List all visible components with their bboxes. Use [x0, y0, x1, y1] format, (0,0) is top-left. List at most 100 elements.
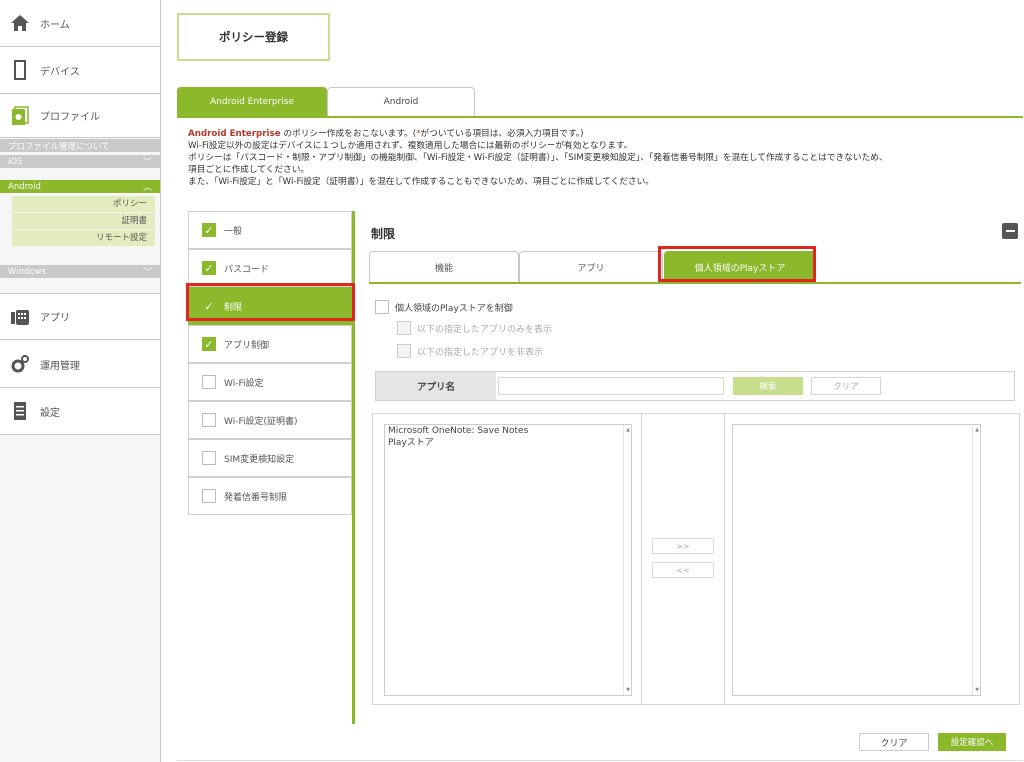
intro-text: Android Enterprise のポリシー作成をおこないます。(*がついて… [188, 128, 1018, 188]
item-sim-change[interactable]: SIM変更検知設定 [188, 439, 352, 477]
item-label: Wi-Fi設定(証明書) [224, 416, 298, 427]
scroll-down-icon[interactable]: ▼ [973, 687, 981, 693]
chevron-down-icon: ﹀ [142, 268, 152, 278]
move-right-button[interactable]: >> [652, 538, 714, 554]
sidebar-item-device[interactable]: デバイス [0, 47, 160, 94]
selected-app-list[interactable]: ▲ ▼ [732, 424, 981, 696]
clear-button[interactable]: クリア [859, 733, 929, 751]
intro-line-4: 項目ごとに作成してください。 [188, 165, 310, 175]
list-item[interactable]: Microsoft OneNote: Save Notes [385, 425, 631, 437]
tab-underline [177, 116, 1023, 118]
item-call-restriction[interactable]: 発着信番号制限 [188, 477, 352, 515]
subtab-app[interactable]: アプリ [519, 251, 663, 283]
intro-line-1b: がついている項目は、必須入力項目です。) [420, 129, 584, 139]
sidebar-subitem-label: プロファイル管理について [8, 141, 110, 152]
item-label: Wi-Fi設定 [224, 378, 264, 389]
page-title: ポリシー登録 [177, 13, 330, 61]
app-transfer: Microsoft OneNote: Save Notes Playストア ▲ … [372, 413, 1020, 705]
checkbox-unchecked[interactable] [202, 375, 216, 389]
minus-icon [1005, 230, 1015, 232]
search-button[interactable]: 検索 [733, 377, 803, 395]
sidebar-item-label: 設定 [40, 407, 60, 419]
option-control-play-store[interactable]: 個人領域のPlayストアを制御 [375, 300, 513, 314]
tab-android[interactable]: Android [327, 87, 475, 116]
item-label: パスコード [224, 264, 270, 275]
sidebar-item-operations[interactable]: 運用管理 [0, 341, 160, 388]
sidebar-android-policy[interactable]: ポリシー [12, 196, 155, 212]
app-grid-icon [10, 307, 30, 327]
home-icon [10, 13, 30, 33]
option-label: 個人領域のPlayストアを制御 [395, 303, 513, 314]
clear-search-button[interactable]: クリア [811, 377, 881, 395]
checkbox-checked[interactable]: ✓ [202, 223, 216, 237]
sidebar-subitem-label: Android [8, 181, 41, 192]
sidebar-subitem-label: Windows [8, 266, 46, 277]
panel-title: 制限 [371, 227, 396, 241]
settings-doc-icon [10, 401, 30, 421]
app-search-bar: アプリ名 検索 クリア [375, 371, 1015, 401]
app-name-label: アプリ名 [376, 372, 496, 400]
checkbox-disabled[interactable] [397, 321, 411, 335]
sidebar-item-app[interactable]: アプリ [0, 293, 160, 340]
checkmark-icon: ✓ [204, 299, 214, 313]
gear-icon [10, 354, 30, 374]
list-item[interactable]: Playストア [385, 437, 631, 449]
confirm-settings-button[interactable]: 設定確認へ [938, 733, 1006, 751]
option-show-only[interactable]: 以下の指定したアプリのみを表示 [397, 321, 552, 335]
sidebar-subitem-label: iOS [8, 156, 23, 167]
intro-line-3: ポリシーは「パスコード・制限・アプリ制御」の機能制御、「Wi-Fi設定・Wi-F… [188, 153, 888, 163]
scroll-up-icon[interactable]: ▲ [973, 427, 981, 433]
device-icon [10, 60, 30, 80]
sidebar-ios[interactable]: iOS ﹀ [0, 155, 160, 168]
sidebar-windows[interactable]: Windows ﹀ [0, 265, 160, 278]
app-root: ホーム デバイス プロファイル プロファイル管理について iOS ﹀ Andro… [0, 0, 1024, 762]
restriction-panel: 制限 機能 アプリ 個人領域のPlayストア 個人領域のPlayストアを制御 以… [352, 211, 1021, 724]
intro-line-2: Wi-Fi設定以外の設定はデバイスに１つしか適用されず、複数適用した場合には最新… [188, 141, 633, 151]
sidebar-android-cert[interactable]: 証明書 [12, 213, 155, 229]
item-label: SIM変更検知設定 [224, 454, 295, 465]
item-label: 制限 [224, 302, 243, 313]
scrollbar[interactable]: ▲ ▼ [972, 425, 980, 695]
option-label: 以下の指定したアプリを非表示 [417, 347, 544, 358]
brand-text: Android Enterprise [188, 129, 281, 139]
sidebar-android-remote[interactable]: リモート設定 [12, 230, 155, 246]
sidebar: ホーム デバイス プロファイル プロファイル管理について iOS ﹀ Andro… [0, 0, 161, 762]
item-wifi[interactable]: Wi-Fi設定 [188, 363, 352, 401]
scroll-down-icon[interactable]: ▼ [624, 687, 632, 693]
checkbox-disabled[interactable] [397, 344, 411, 358]
subtab-play-store[interactable]: 個人領域のPlayストア [664, 251, 816, 283]
sidebar-android[interactable]: Android ︿ [0, 180, 160, 193]
checkbox-unchecked[interactable] [202, 489, 216, 503]
sidebar-item-home[interactable]: ホーム [0, 0, 160, 47]
subtab-function[interactable]: 機能 [369, 251, 519, 283]
chevron-down-icon: ﹀ [142, 158, 152, 168]
sidebar-profile-about[interactable]: プロファイル管理について [0, 139, 160, 152]
checkbox-checked[interactable]: ✓ [202, 261, 216, 275]
sidebar-item-profile[interactable]: プロファイル [0, 94, 160, 138]
sidebar-item-settings[interactable]: 設定 [0, 388, 160, 435]
item-label: 一般 [224, 226, 243, 237]
checkbox-unchecked[interactable] [202, 451, 216, 465]
scroll-up-icon[interactable]: ▲ [624, 427, 632, 433]
tab-android-enterprise[interactable]: Android Enterprise [177, 87, 327, 116]
checkbox-unchecked[interactable] [375, 300, 389, 314]
transfer-buttons: >> << [641, 414, 725, 704]
collapse-button[interactable] [1002, 223, 1018, 239]
item-wifi-cert[interactable]: Wi-Fi設定(証明書) [188, 401, 352, 439]
subtab-underline [369, 282, 1021, 284]
item-restriction[interactable]: ✓ 制限 [188, 287, 352, 325]
sidebar-item-label: プロファイル [40, 112, 100, 123]
option-label: 以下の指定したアプリのみを表示 [417, 324, 553, 335]
item-passcode[interactable]: ✓ パスコード [188, 249, 352, 287]
option-hide[interactable]: 以下の指定したアプリを非表示 [397, 344, 543, 358]
scrollbar[interactable]: ▲ ▼ [623, 425, 631, 695]
item-label: アプリ制御 [224, 340, 270, 351]
available-app-list[interactable]: Microsoft OneNote: Save Notes Playストア ▲ … [384, 424, 632, 696]
checkbox-unchecked[interactable] [202, 413, 216, 427]
checkbox-checked[interactable]: ✓ [202, 337, 216, 351]
app-name-input[interactable] [498, 377, 724, 395]
move-left-button[interactable]: << [652, 562, 714, 578]
sidebar-item-label: アプリ [40, 313, 70, 324]
item-app-control[interactable]: ✓ アプリ制御 [188, 325, 352, 363]
item-general[interactable]: ✓ 一般 [188, 211, 352, 249]
